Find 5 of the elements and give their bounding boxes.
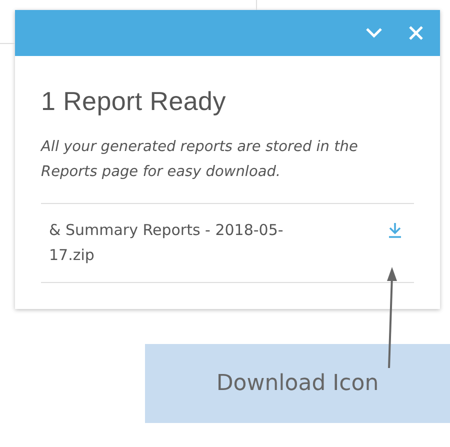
file-name: & Summary Reports - 2018-05-17.zip [49, 220, 284, 266]
download-icon[interactable] [388, 222, 402, 238]
panel-title: 1 Report Ready [41, 86, 227, 117]
callout-label: Download Icon [145, 344, 450, 423]
panel-description: All your generated reports are stored in the Reports page for easy download. [41, 138, 359, 182]
